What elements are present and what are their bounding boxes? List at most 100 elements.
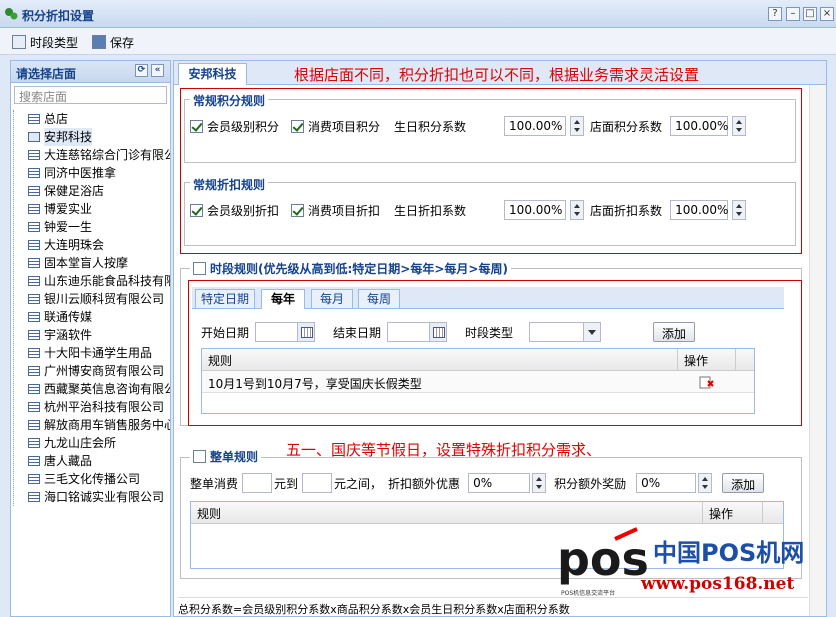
- order-min-input[interactable]: [242, 473, 273, 493]
- store-item[interactable]: 博爱实业: [14, 200, 170, 218]
- calendar-icon[interactable]: [429, 323, 447, 341]
- grid-header: 规则 操作: [191, 502, 783, 524]
- store-item[interactable]: 钟爱一生: [14, 218, 170, 236]
- store-label: 博爱实业: [44, 202, 93, 216]
- svg-text:中国POS机网: 中国POS机网: [653, 539, 804, 567]
- store-item[interactable]: 西藏聚英信息咨询有限公: [14, 380, 170, 398]
- tab-monthly[interactable]: 每月: [311, 289, 353, 309]
- order-add-button[interactable]: 添加: [722, 473, 765, 493]
- store-item[interactable]: 九龙山庄会所: [14, 434, 170, 452]
- end-date-input[interactable]: [387, 322, 448, 342]
- store-search-input[interactable]: 搜索店面: [14, 86, 167, 104]
- grid-header: 规则 操作: [202, 349, 754, 371]
- store-item[interactable]: 十大阳卡通学生用品: [14, 344, 170, 362]
- store-icon: [28, 186, 40, 196]
- store-item[interactable]: 大连慈铭综合门诊有限公: [14, 146, 170, 164]
- period-rules-grid: 规则 操作 10月1号到10月7号，享受国庆长假类型: [201, 348, 755, 414]
- store-discount-input[interactable]: 100.00%: [670, 200, 728, 220]
- window-title: 积分折扣设置: [22, 9, 95, 23]
- store-item[interactable]: 固本堂盲人按摩: [14, 254, 170, 272]
- chevron-down-icon[interactable]: [583, 323, 601, 341]
- svg-text:www.pos168.net: www.pos168.net: [640, 574, 794, 594]
- delete-icon[interactable]: [678, 371, 736, 392]
- store-icon: [28, 258, 40, 268]
- store-item[interactable]: 同济中医推拿: [14, 164, 170, 182]
- tab-store[interactable]: 安邦科技: [178, 63, 247, 85]
- minimize-button[interactable]: –: [786, 7, 800, 21]
- store-item[interactable]: 安邦科技: [14, 128, 170, 146]
- store-icon: [28, 366, 40, 376]
- store-panel-header: 请选择店面 ⟳ «: [11, 61, 170, 83]
- points-rule-legend: 常规积分规则: [190, 92, 269, 109]
- period-rule-checkbox[interactable]: [193, 262, 206, 275]
- store-item[interactable]: 联通传媒: [14, 308, 170, 326]
- store-label: 大连慈铭综合门诊有限公: [44, 148, 170, 162]
- birthday-discount-input[interactable]: 100.00%: [504, 200, 567, 220]
- order-points-spinner[interactable]: [698, 473, 713, 493]
- store-label: 唐人藏品: [44, 454, 93, 468]
- order-rule-checkbox[interactable]: [193, 450, 206, 463]
- formula-footer: 总积分系数=会员级别积分系数x商品积分系数x会员生日积分系数x店面积分系数: [178, 597, 808, 617]
- period-add-button[interactable]: 添加: [653, 322, 696, 342]
- period-rule-legend: 时段规则(优先级从高到低:特定日期>每年>每月>每周): [190, 260, 511, 277]
- period-type-button[interactable]: 时段类型: [12, 33, 78, 51]
- store-item[interactable]: 杭州平治科技有限公司: [14, 398, 170, 416]
- store-icon: [28, 474, 40, 484]
- consume-points-checkbox[interactable]: [291, 119, 305, 133]
- consume-discount-checkbox[interactable]: [291, 203, 305, 217]
- store-icon: [28, 168, 40, 178]
- order-discount-spinner[interactable]: [532, 473, 547, 493]
- order-discount-input[interactable]: 0%: [468, 473, 531, 493]
- period-type-select[interactable]: [529, 322, 602, 342]
- store-item[interactable]: 海口铭诚实业有限公司: [14, 488, 170, 506]
- store-icon: [28, 222, 40, 232]
- store-icon: [28, 276, 40, 286]
- store-label: 同济中医推拿: [44, 166, 117, 180]
- store-item[interactable]: 宇涵软件: [14, 326, 170, 344]
- save-button[interactable]: 保存: [92, 33, 134, 51]
- collapse-icon[interactable]: «: [151, 64, 164, 77]
- birthday-discount-spinner[interactable]: [570, 200, 585, 220]
- calendar-icon: [12, 35, 26, 49]
- calendar-icon[interactable]: [297, 323, 315, 341]
- store-icon: [28, 402, 40, 412]
- store-item[interactable]: 广州博安商贸有限公司: [14, 362, 170, 380]
- store-points-input[interactable]: 100.00%: [670, 116, 728, 136]
- store-discount-spinner[interactable]: [732, 200, 747, 220]
- order-max-input[interactable]: [302, 473, 333, 493]
- toolbar: 时段类型 保存: [0, 28, 836, 55]
- store-item[interactable]: 唐人藏品: [14, 452, 170, 470]
- store-item[interactable]: 银川云顺科贸有限公司: [14, 290, 170, 308]
- store-label: 西藏聚英信息咨询有限公: [44, 382, 170, 396]
- start-date-input[interactable]: [255, 322, 316, 342]
- tab-yearly[interactable]: 每年: [261, 289, 305, 309]
- tab-weekly[interactable]: 每周: [358, 289, 400, 309]
- store-label: 保健足浴店: [44, 184, 105, 198]
- store-item[interactable]: 总店: [14, 110, 170, 128]
- table-row[interactable]: 10月1号到10月7号，享受国庆长假类型: [202, 371, 754, 393]
- store-item[interactable]: 解放商用车销售服务中心: [14, 416, 170, 434]
- store-item[interactable]: 山东迪乐能食品科技有限: [14, 272, 170, 290]
- period-filter-row: 开始日期 结束日期 时段类型 添加: [201, 322, 696, 342]
- refresh-icon[interactable]: ⟳: [135, 64, 148, 77]
- member-discount-checkbox[interactable]: [190, 203, 203, 217]
- member-points-checkbox[interactable]: [190, 119, 203, 133]
- store-item[interactable]: 三毛文化传播公司: [14, 470, 170, 488]
- help-button[interactable]: ?: [768, 7, 782, 21]
- store-item[interactable]: 保健足浴店: [14, 182, 170, 200]
- store-label: 三毛文化传播公司: [44, 472, 141, 486]
- birthday-points-spinner[interactable]: [570, 116, 585, 136]
- watermark: pos 中国POS机网 www.pos168.net POS机信息交流平台: [557, 527, 827, 599]
- points-row: 会员级别积分 消费项目积分 生日积分系数 100.00% 店面积分系数 100.…: [190, 116, 747, 136]
- store-icon: [28, 114, 40, 124]
- birthday-points-input[interactable]: 100.00%: [504, 116, 567, 136]
- store-label: 杭州平治科技有限公司: [44, 400, 165, 414]
- store-panel: 请选择店面 ⟳ « 搜索店面 总店 安邦科技大连慈铭综合门诊有限公 同济中医推拿 保健…: [10, 60, 171, 617]
- maximize-button[interactable]: □: [803, 7, 817, 21]
- order-points-input[interactable]: 0%: [636, 473, 697, 493]
- store-item[interactable]: 大连明珠会: [14, 236, 170, 254]
- store-label: 银川云顺科贸有限公司: [44, 292, 165, 306]
- tab-specific-date[interactable]: 特定日期: [195, 289, 255, 309]
- store-points-spinner[interactable]: [732, 116, 747, 136]
- close-button[interactable]: ×: [820, 7, 834, 21]
